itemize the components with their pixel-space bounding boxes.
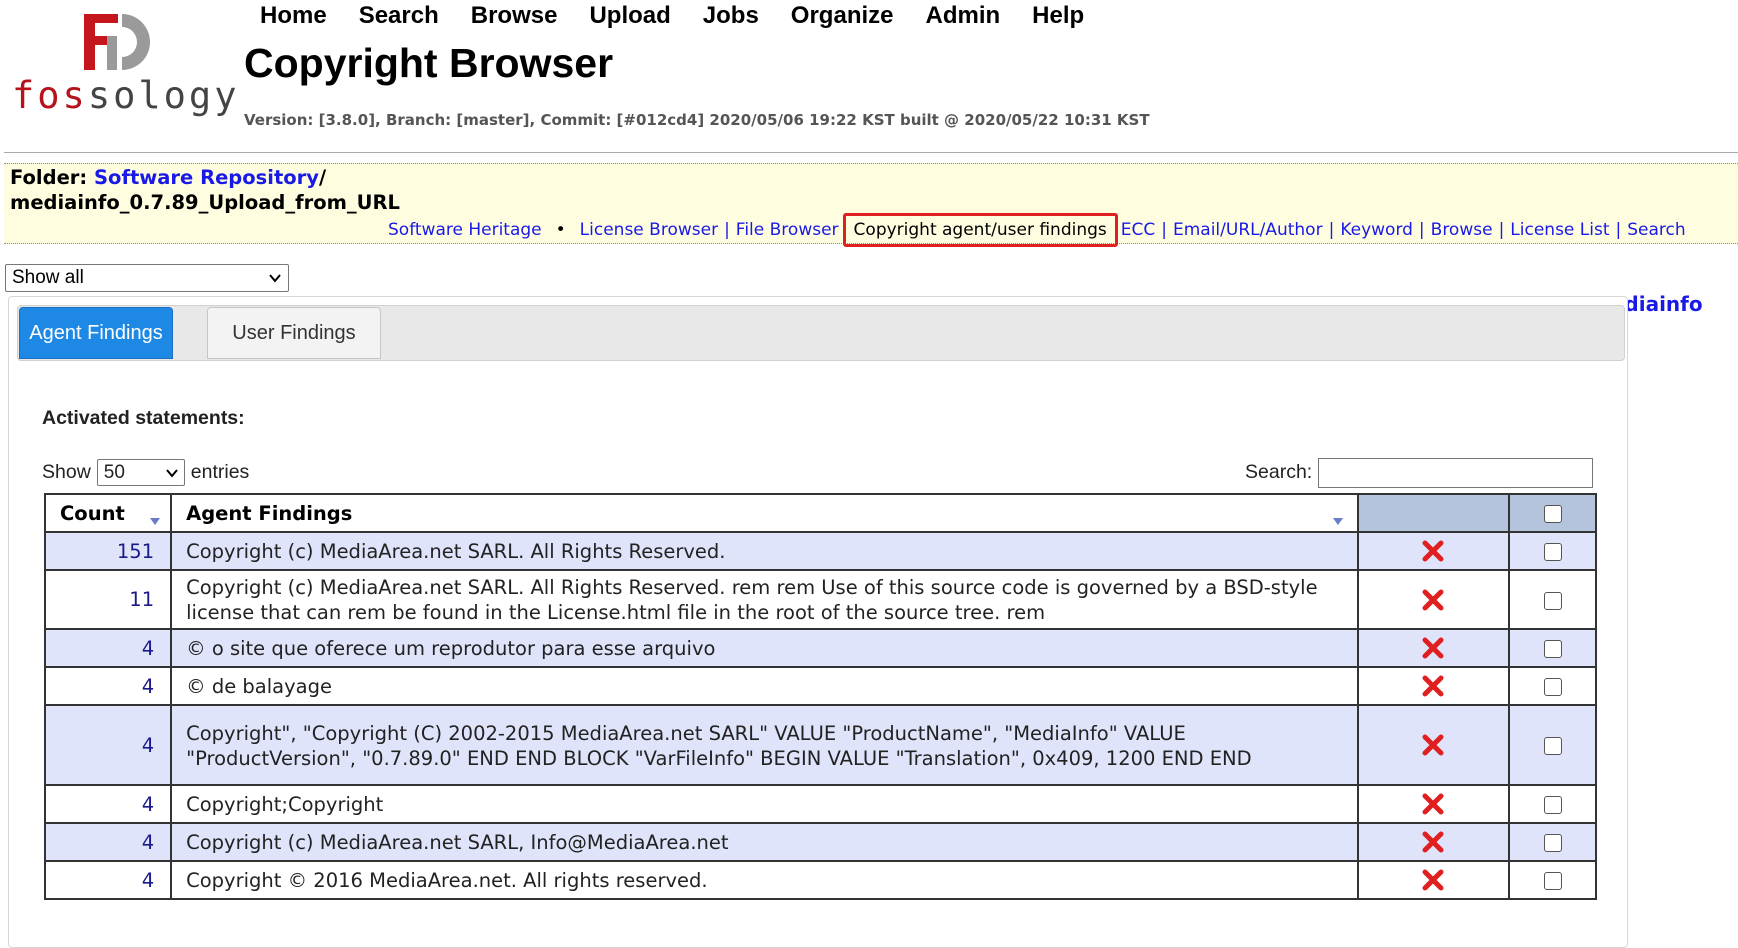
page-title: Copyright Browser: [244, 40, 614, 86]
show-label: Show: [42, 461, 91, 483]
row-finding[interactable]: Copyright;Copyright: [170, 784, 1359, 824]
folder-repository-link[interactable]: Software Repository: [94, 166, 319, 189]
delete-x-icon[interactable]: [1420, 791, 1446, 817]
table-row: 4 Copyright (c) MediaArea.net SARL, Info…: [43, 822, 1597, 862]
entries-control: Show 50 entries: [42, 459, 249, 486]
nav-upload[interactable]: Upload: [589, 2, 670, 30]
row-checkbox[interactable]: [1543, 872, 1562, 890]
link-email-url-author[interactable]: Email/URL/Author: [1173, 220, 1323, 240]
nav-jobs[interactable]: Jobs: [703, 2, 759, 30]
link-license-list[interactable]: License List: [1510, 220, 1609, 240]
folder-label: Folder: [10, 166, 80, 189]
folder-bar: Folder: Software Repository/ mediainfo_0…: [4, 163, 1738, 247]
delete-x-icon[interactable]: [1420, 538, 1446, 564]
row-checkbox[interactable]: [1543, 737, 1562, 755]
delete-x-icon[interactable]: [1420, 587, 1446, 613]
filter-select-value: Show all: [12, 267, 84, 288]
nav-organize[interactable]: Organize: [791, 2, 894, 30]
activated-statements-heading: Activated statements:: [42, 407, 245, 429]
chevron-down-icon: [166, 469, 178, 478]
row-finding[interactable]: © de balayage: [170, 666, 1359, 706]
row-checkbox[interactable]: [1543, 796, 1562, 814]
nav-home[interactable]: Home: [260, 2, 327, 30]
row-finding[interactable]: Copyright (c) MediaArea.net SARL. All Ri…: [170, 531, 1359, 571]
sort-icon: [1332, 518, 1343, 525]
nav-browse[interactable]: Browse: [471, 2, 558, 30]
row-count[interactable]: 4: [43, 784, 173, 824]
link-search[interactable]: Search: [1627, 220, 1685, 240]
filter-select[interactable]: Show all: [5, 264, 289, 292]
row-finding[interactable]: Copyright", "Copyright (C) 2002-2015 Med…: [170, 704, 1359, 786]
row-checkbox[interactable]: [1543, 834, 1562, 852]
table-row: 151 Copyright (c) MediaArea.net SARL. Al…: [43, 531, 1597, 571]
delete-x-icon[interactable]: [1420, 732, 1446, 758]
entries-select[interactable]: 50: [96, 459, 185, 486]
table-row: 4 Copyright", "Copyright (C) 2002-2015 M…: [43, 704, 1597, 786]
search-input[interactable]: [1318, 458, 1593, 488]
logo-wordmark: fossology: [12, 74, 240, 117]
header-select-all: [1508, 493, 1597, 533]
nav-search[interactable]: Search: [359, 2, 439, 30]
findings-panel: Agent Findings User Findings Activated s…: [8, 296, 1628, 948]
table-row: 11 Copyright (c) MediaArea.net SARL. All…: [43, 569, 1597, 630]
entries-label: entries: [190, 461, 250, 483]
version-info: Version: [3.8.0], Branch: [master], Comm…: [244, 111, 1150, 129]
row-checkbox[interactable]: [1543, 591, 1562, 610]
row-count[interactable]: 151: [43, 531, 173, 571]
row-checkbox[interactable]: [1543, 678, 1562, 696]
row-count[interactable]: 11: [43, 569, 173, 630]
row-count[interactable]: 4: [43, 822, 173, 862]
search-label: Search:: [1245, 461, 1313, 483]
delete-x-icon[interactable]: [1420, 829, 1446, 855]
folder-path: Folder: Software Repository/: [10, 166, 327, 189]
row-finding[interactable]: Copyright (c) MediaArea.net SARL, Info@M…: [170, 822, 1359, 862]
tab-user-findings[interactable]: User Findings: [207, 307, 381, 359]
entries-select-value: 50: [103, 461, 125, 483]
table-header-row: Count Agent Findings: [43, 493, 1597, 533]
sort-desc-icon: [150, 518, 161, 525]
row-count[interactable]: 4: [43, 628, 173, 668]
link-license-browser[interactable]: License Browser: [580, 220, 718, 240]
nav-help[interactable]: Help: [1032, 2, 1084, 30]
row-finding[interactable]: Copyright (c) MediaArea.net SARL. All Ri…: [170, 569, 1359, 630]
link-copyright-findings-active[interactable]: Copyright agent/user findings: [842, 213, 1118, 247]
link-keyword[interactable]: Keyword: [1340, 220, 1413, 240]
row-checkbox[interactable]: [1543, 640, 1562, 658]
row-count[interactable]: 4: [43, 860, 173, 900]
upload-name: mediainfo_0.7.89_Upload_from_URL: [10, 191, 400, 214]
delete-x-icon[interactable]: [1420, 673, 1446, 699]
link-file-browser[interactable]: File Browser: [736, 220, 839, 240]
folder-links: Software Heritage • License Browser | File B…: [388, 213, 1686, 247]
findings-table: Count Agent Findings 151 Copyright (c) M…: [43, 493, 1597, 900]
top-nav: Home Search Browse Upload Jobs Organize …: [260, 2, 1084, 30]
table-row: 4 Copyright © 2016 MediaArea.net. All ri…: [43, 860, 1597, 900]
header-count[interactable]: Count: [43, 493, 173, 533]
row-checkbox[interactable]: [1543, 543, 1562, 561]
link-software-heritage[interactable]: Software Heritage: [388, 220, 542, 240]
nav-admin[interactable]: Admin: [926, 2, 1001, 30]
header-agent-findings[interactable]: Agent Findings: [170, 493, 1359, 533]
row-count[interactable]: 4: [43, 666, 173, 706]
select-all-checkbox[interactable]: [1543, 505, 1562, 523]
row-finding[interactable]: Copyright © 2016 MediaArea.net. All righ…: [170, 860, 1359, 900]
delete-x-icon[interactable]: [1420, 867, 1446, 893]
table-row: 4 © o site que oferece um reprodutor par…: [43, 628, 1597, 668]
row-finding[interactable]: © o site que oferece um reprodutor para …: [170, 628, 1359, 668]
table-row: 4 © de balayage: [43, 666, 1597, 706]
link-ecc[interactable]: ECC: [1121, 220, 1155, 240]
table-row: 4 Copyright;Copyright: [43, 784, 1597, 824]
row-count[interactable]: 4: [43, 704, 173, 786]
delete-x-icon[interactable]: [1420, 635, 1446, 661]
header-divider: [4, 152, 1738, 153]
link-browse[interactable]: Browse: [1431, 220, 1493, 240]
chevron-down-icon: [269, 274, 281, 283]
tab-agent-findings[interactable]: Agent Findings: [19, 307, 173, 359]
header-actions: [1356, 493, 1511, 533]
